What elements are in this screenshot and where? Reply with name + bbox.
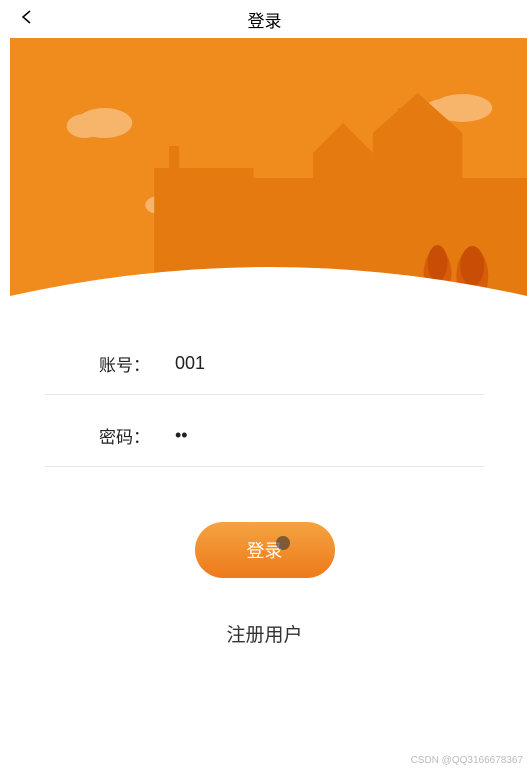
password-row: 密码：	[45, 395, 484, 467]
account-row: 账号：	[45, 323, 484, 395]
account-label: 账号：	[45, 351, 175, 376]
login-button[interactable]: 登录	[195, 522, 335, 578]
watermark: CSDN @QQ3166678367	[411, 755, 523, 766]
account-input[interactable]	[175, 353, 484, 374]
register-link[interactable]: 注册用户	[0, 620, 529, 647]
page-title: 登录	[0, 7, 529, 32]
password-input[interactable]	[175, 425, 484, 446]
header: 登录	[0, 0, 529, 38]
login-form: 账号： 密码：	[0, 323, 529, 467]
hero-illustration	[10, 38, 527, 313]
cursor-indicator	[276, 536, 290, 550]
password-label: 密码：	[45, 423, 175, 448]
back-icon[interactable]	[20, 10, 34, 29]
